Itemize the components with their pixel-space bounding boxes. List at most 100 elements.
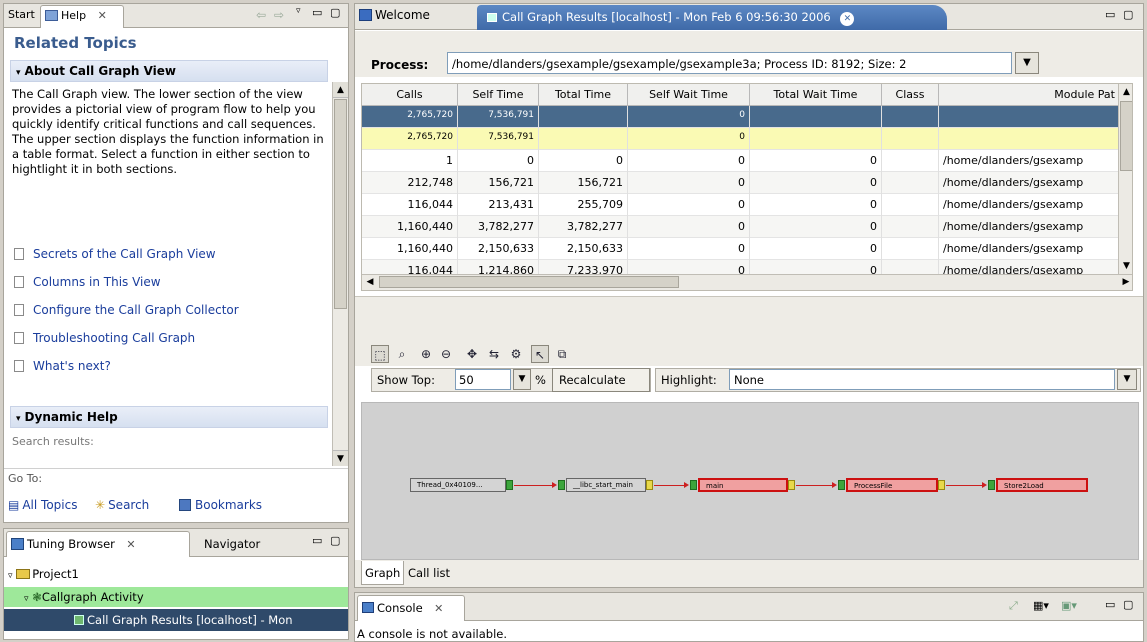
all-topics-link[interactable]: ▤ All Topics [8, 498, 77, 512]
console-tabbar [355, 593, 1143, 621]
dynamic-help-header[interactable]: ▾ Dynamic Help [10, 406, 328, 428]
col-self-wait-time[interactable]: Self Wait Time [628, 84, 750, 106]
minimize-icon[interactable]: ▭ [1105, 8, 1115, 21]
highlight-dropdown[interactable]: ▼ [1117, 369, 1137, 390]
process-dropdown-button[interactable]: ▼ [1015, 52, 1039, 74]
scroll-thumb[interactable] [334, 99, 347, 309]
tab-graph[interactable]: Graph [361, 561, 405, 585]
scroll-thumb[interactable] [1120, 101, 1132, 171]
about-section-header[interactable]: ▾ About Call Graph View [10, 60, 328, 82]
graph-canvas[interactable]: Thread_0x40109... __libc_start_main main… [361, 402, 1139, 560]
close-icon[interactable]: ✕ [98, 9, 107, 22]
table-v-scrollbar[interactable]: ▲ ▼ [1118, 84, 1132, 274]
highlight-input[interactable]: None [729, 369, 1115, 390]
layout-icon[interactable]: ⇆ [485, 345, 503, 363]
table-row[interactable]: 212,748 156,721 156,721 0 0/home/dlanders/gs… [362, 172, 1120, 194]
tab-tuning-browser[interactable]: Tuning Browser ✕ [6, 531, 190, 557]
recalculate-button[interactable]: Recalculate [552, 368, 650, 392]
minimize-icon[interactable]: ▭ [1105, 598, 1115, 611]
pointer-tool-icon[interactable]: ↖ [531, 345, 549, 363]
table-cell: 0 [628, 150, 750, 172]
maximize-icon[interactable]: ▢ [1123, 598, 1133, 611]
tuning-browser-panel: Tuning Browser ✕ Navigator ▭ ▢ ▿ Project… [3, 528, 349, 640]
zoom-in-icon[interactable]: ⊕ [417, 345, 435, 363]
scroll-left-arrow[interactable]: ◀ [362, 275, 378, 289]
table-row[interactable]: 1,160,440 2,150,633 2,150,633 0 0/home/dland… [362, 238, 1120, 260]
scroll-up-arrow[interactable]: ▲ [1119, 84, 1132, 100]
maximize-icon[interactable]: ▢ [1123, 8, 1133, 21]
close-icon[interactable]: ✕ [434, 602, 443, 615]
display-console-icon[interactable]: ▦▾ [1033, 599, 1049, 612]
close-icon[interactable]: ✕ [126, 538, 135, 551]
call-edge [654, 485, 686, 486]
tab-help[interactable]: Help ✕ [40, 5, 124, 28]
open-console-icon[interactable]: ▣▾ [1061, 599, 1077, 612]
table-row[interactable]: 1,160,440 3,782,277 3,782,277 0 0/home/dland… [362, 216, 1120, 238]
document-icon [14, 360, 24, 372]
forward-arrow-icon[interactable]: ⇨ [274, 8, 284, 22]
scroll-down-arrow[interactable]: ▼ [1119, 258, 1132, 274]
scroll-up-arrow[interactable]: ▲ [333, 82, 348, 98]
tab-console[interactable]: Console ✕ [357, 595, 465, 621]
col-total-wait-time[interactable]: Total Wait Time [750, 84, 882, 106]
scroll-right-arrow[interactable]: ▶ [1118, 275, 1132, 289]
help-link-configure[interactable]: Configure the Call Graph Collector [14, 303, 239, 317]
bookmarks-link[interactable]: Bookmarks [179, 498, 262, 512]
scroll-h-thumb[interactable] [379, 276, 679, 288]
close-icon[interactable]: ✕ [840, 12, 855, 26]
tab-call-graph-results[interactable]: Call Graph Results [localhost] - Mon Feb… [477, 5, 947, 30]
graph-node-main[interactable]: main [698, 478, 788, 492]
help-scrollbar[interactable]: ▲ ▼ [332, 82, 348, 466]
pin-console-icon[interactable]: ⤢ [1009, 599, 1018, 613]
help-link-whats-next[interactable]: What's next? [14, 359, 111, 373]
chevron-down-icon: ▼ [518, 374, 526, 384]
maximize-icon[interactable]: ▢ [330, 534, 340, 547]
back-arrow-icon[interactable]: ⇦ [256, 8, 266, 22]
tab-start[interactable]: Start [8, 8, 35, 21]
export-icon[interactable]: ⧉ [553, 345, 571, 363]
table-cell [882, 150, 939, 172]
tab-call-list[interactable]: Call list [408, 566, 450, 580]
tab-welcome[interactable]: Welcome [359, 8, 430, 22]
graph-node-store2load[interactable]: Store2Load [996, 478, 1088, 492]
table-h-scrollbar[interactable]: ◀ ▶ [362, 274, 1132, 290]
zoom-icon[interactable]: ⌕ [393, 345, 411, 363]
table-cell: 7,536,791 [458, 106, 539, 128]
col-class[interactable]: Class [882, 84, 939, 106]
col-calls[interactable]: Calls [362, 84, 458, 106]
zoom-out-icon[interactable]: ⊖ [437, 345, 455, 363]
table-row[interactable]: 1 0 0 0 0/home/dlanders/gsexamp [362, 150, 1120, 172]
select-tool-icon[interactable]: ⬚ [371, 345, 389, 363]
tree-item-callgraph-activity[interactable]: ▿ ❃Callgraph Activity [4, 587, 348, 607]
pan-icon[interactable]: ✥ [463, 345, 481, 363]
scroll-down-arrow[interactable]: ▼ [333, 450, 348, 466]
tab-navigator[interactable]: Navigator [204, 537, 260, 551]
graph-node-libc-start-main[interactable]: __libc_start_main [566, 478, 646, 492]
help-link-columns[interactable]: Columns in This View [14, 275, 161, 289]
show-top-input[interactable]: 50 [455, 369, 511, 390]
view-menu-icon[interactable]: ▿ [296, 6, 301, 16]
table-row[interactable]: 2,765,720 7,536,791 0 [362, 128, 1120, 150]
help-link-secrets[interactable]: Secrets of the Call Graph View [14, 247, 216, 261]
about-text: The Call Graph view. The lower section o… [12, 87, 324, 176]
table-cell: 0 [750, 216, 882, 238]
process-select[interactable]: /home/dlanders/gsexample/gsexample/gsexa… [447, 52, 1012, 74]
col-total-time[interactable]: Total Time [539, 84, 628, 106]
minimize-icon[interactable]: ▭ [312, 6, 322, 19]
graph-node-thread[interactable]: Thread_0x40109... [410, 478, 506, 492]
col-self-time[interactable]: Self Time [458, 84, 539, 106]
show-top-dropdown[interactable]: ▼ [513, 369, 531, 390]
tree-layout-icon[interactable]: ⚙ [507, 345, 525, 363]
tree-item-project1[interactable]: ▿ Project1 [8, 567, 79, 581]
table-cell [882, 106, 939, 128]
col-module-path[interactable]: Module Pat [939, 84, 1120, 106]
tree-item-call-graph-results[interactable]: Call Graph Results [localhost] - Mon [4, 609, 348, 631]
table-row[interactable]: 2,765,720 7,536,791 0 [362, 106, 1120, 128]
maximize-icon[interactable]: ▢ [330, 6, 340, 19]
help-link-troubleshooting[interactable]: Troubleshooting Call Graph [14, 331, 195, 345]
minimize-icon[interactable]: ▭ [312, 534, 322, 547]
table-cell [939, 106, 1120, 128]
search-link[interactable]: ✳ Search [95, 498, 149, 512]
table-row[interactable]: 116,044 213,431 255,709 0 0/home/dlanders/gs… [362, 194, 1120, 216]
graph-node-processfile[interactable]: ProcessFile [846, 478, 938, 492]
